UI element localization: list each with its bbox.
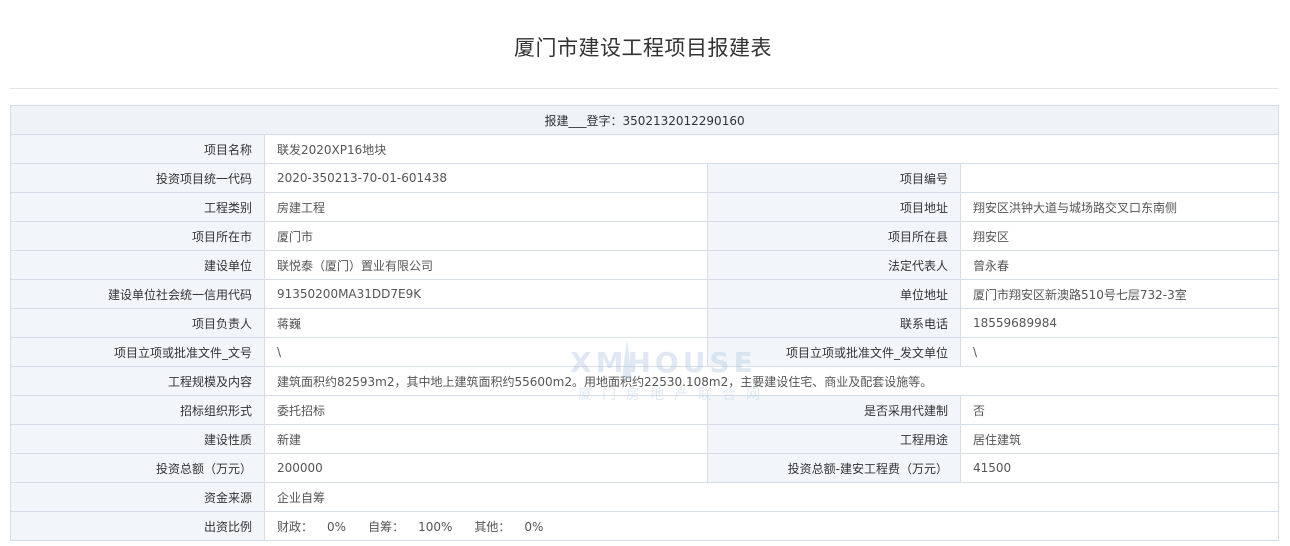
table-row: 工程规模及内容 建筑面积约82593m2，其中地上建筑面积约55600m2。用地面… (10, 366, 1280, 396)
table-row: 招标组织形式 委托招标 是否采用代建制否 (10, 395, 1280, 425)
field-value: 建筑面积约82593m2，其中地上建筑面积约55600m2。用地面积约22530… (263, 366, 1280, 396)
field-label: 建设单位社会统一信用代码 (10, 279, 265, 309)
field-label: 投资项目统一代码 (10, 163, 265, 193)
field-value: 房建工程 (264, 192, 708, 222)
field-value: \ (959, 337, 1280, 367)
field-value: 曾永春 (959, 250, 1280, 280)
field-value: 翔安区 (959, 221, 1280, 251)
field-value: 41500 (959, 453, 1280, 483)
table-row: 建设单位 联悦泰（厦门）置业有限公司 法定代表人 曾永春 (10, 250, 1280, 280)
table-row: 资金来源 企业自筹 (10, 482, 1280, 512)
field-label: 投资总额-建安工程费（万元） (707, 453, 961, 483)
title-divider (10, 88, 1278, 89)
field-label: 项目所在县 (707, 221, 961, 251)
table-row: 项目立项或批准文件_文号 \ 项目立项或批准文件_发文单位 \ (10, 337, 1280, 367)
table-row: 项目名称 联发2020XP16地块 (10, 134, 1280, 164)
field-label: 项目立项或批准文件_文号 (10, 337, 265, 367)
field-value: 委托招标 (264, 395, 708, 425)
field-label: 法定代表人 (707, 250, 961, 280)
field-value: 91350200MA31DD7E9K (264, 279, 708, 309)
table-row: 投资总额（万元） 200000 投资总额-建安工程费（万元） 41500 (10, 453, 1280, 483)
field-value: 蒋巍 (264, 308, 708, 338)
funding-ratio-value: 财政： 0% 自筹： 100% 其他： 0% (263, 511, 1280, 541)
field-label: 投资总额（万元） (10, 453, 265, 483)
page: 厦门市建设工程项目报建表 报建___登字：3502132012290160 项目… (0, 0, 1290, 546)
field-value: 居住建筑 (959, 424, 1280, 454)
funding-ratio-row: 出资比例 财政： 0% 自筹： 100% 其他： 0% (10, 511, 1280, 541)
field-value: 18559689984 (959, 308, 1280, 338)
project-registration-table: 报建___登字：3502132012290160 项目名称 联发2020XP16地… (9, 105, 1280, 541)
field-label: 是否采用代建制 (707, 395, 961, 425)
field-label: 项目负责人 (10, 308, 265, 338)
field-label: 工程规模及内容 (10, 366, 265, 396)
field-label: 建设单位 (10, 250, 265, 280)
registration-number: 报建___登字：3502132012290160 (9, 105, 1280, 135)
funding-source-label: 财政： (277, 519, 314, 534)
field-label: 出资比例 (10, 511, 265, 541)
funding-source-label: 其他： (474, 519, 511, 534)
field-label: 项目所在市 (10, 221, 265, 251)
funding-source-percent: 100% (418, 519, 453, 534)
field-label: 单位地址 (707, 279, 961, 309)
field-label: 工程用途 (707, 424, 961, 454)
field-value: 否 (959, 395, 1280, 425)
field-value: 厦门市 (264, 221, 708, 251)
registration-header-row: 报建___登字：3502132012290160 (9, 105, 1280, 135)
field-label: 项目立项或批准文件_发文单位 (707, 337, 961, 367)
field-value: \ (264, 337, 708, 367)
table-row: 建设单位社会统一信用代码 91350200MA31DD7E9K 单位地址 厦门市翔安区… (10, 279, 1280, 309)
field-label: 联系电话 (707, 308, 961, 338)
funding-source-percent: 0% (327, 519, 347, 534)
field-value: 联发2020XP16地块 (263, 134, 1280, 164)
field-value: 企业自筹 (263, 482, 1280, 512)
field-value: 2020-350213-70-01-601438 (264, 163, 708, 193)
page-title: 厦门市建设工程项目报建表 (514, 36, 772, 60)
field-label: 资金来源 (10, 482, 265, 512)
field-label: 建设性质 (10, 424, 265, 454)
field-value: 200000 (264, 453, 708, 483)
funding-source-label: 自筹： (368, 519, 405, 534)
field-label: 项目名称 (10, 134, 265, 164)
field-label: 招标组织形式 (10, 395, 265, 425)
field-label: 项目编号 (707, 163, 961, 193)
table-row: 工程类别 房建工程 项目地址 翔安区洪钟大道与城场路交叉口东南侧 (10, 192, 1280, 222)
table-row: 建设性质 新建 工程用途 居住建筑 (10, 424, 1280, 454)
funding-source-percent: 0% (524, 519, 544, 534)
field-value: 新建 (264, 424, 708, 454)
field-label: 项目地址 (707, 192, 961, 222)
table-row: 项目负责人 蒋巍 联系电话 18559689984 (10, 308, 1280, 338)
field-value: 厦门市翔安区新澳路510号七层732-3室 (959, 279, 1280, 309)
field-value (959, 163, 1280, 193)
table-row: 投资项目统一代码 2020-350213-70-01-601438 项目编号 (10, 163, 1280, 193)
table-row: 项目所在市 厦门市 项目所在县 翔安区 (10, 221, 1280, 251)
field-value: 翔安区洪钟大道与城场路交叉口东南侧 (959, 192, 1280, 222)
field-label: 工程类别 (10, 192, 265, 222)
field-value: 联悦泰（厦门）置业有限公司 (264, 250, 708, 280)
